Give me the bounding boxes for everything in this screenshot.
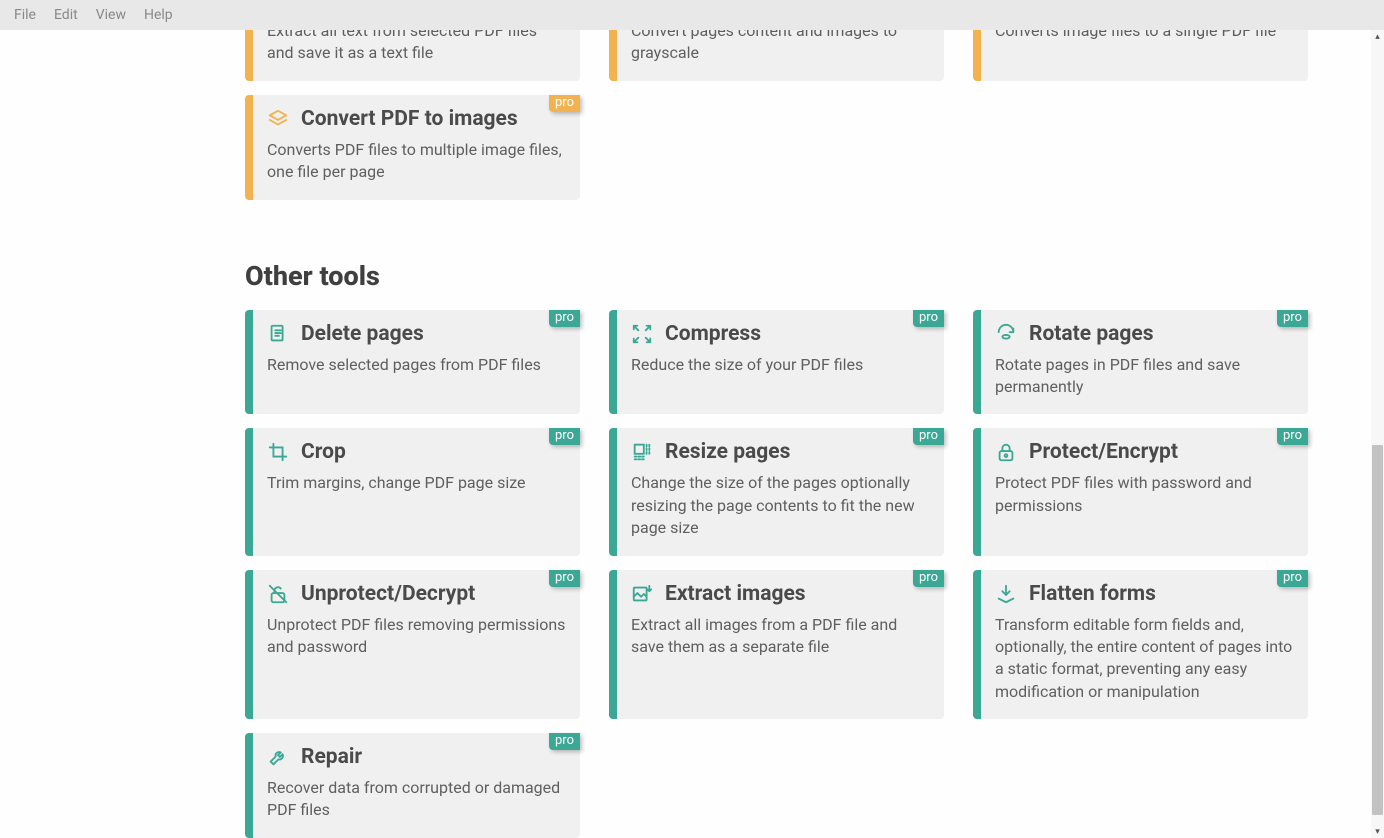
tool-card[interactable]: pro Extract images Extract all images from… (609, 570, 944, 720)
menubar: File Edit View Help (0, 0, 1384, 30)
tool-card[interactable]: pro Repair Recover data from corrupted or … (245, 733, 580, 838)
card-desc: Reduce the size of your PDF files (631, 354, 930, 376)
unlock-icon (267, 583, 289, 605)
scroll-down-arrow[interactable]: ▾ (1371, 825, 1384, 838)
tool-card-grayscale[interactable]: Convert pages content and images to gray… (609, 30, 944, 81)
wrench-icon (267, 746, 289, 768)
main-viewport: Extract all text from selected PDF files… (0, 30, 1384, 838)
pro-badge: pro (913, 570, 944, 587)
card-title: Flatten forms (1029, 582, 1156, 606)
card-title: Resize pages (665, 440, 790, 464)
pro-badge: pro (913, 428, 944, 445)
card-title: Delete pages (301, 322, 424, 346)
compress-icon (631, 323, 653, 345)
pro-badge: pro (549, 570, 580, 587)
card-title: Extract images (665, 582, 806, 606)
tool-card[interactable]: pro Compress Reduce the size of your PDF f… (609, 310, 944, 415)
pro-badge: pro (1277, 570, 1308, 587)
crop-icon (267, 441, 289, 463)
vertical-scrollbar[interactable]: ▴ ▾ (1371, 30, 1384, 838)
tool-card[interactable]: pro Rotate pages Rotate pages in PDF files… (973, 310, 1308, 415)
card-desc: Trim margins, change PDF page size (267, 472, 566, 494)
card-title: Repair (301, 745, 362, 769)
tool-card[interactable]: pro Protect/Encrypt Protect PDF files with… (973, 428, 1308, 555)
tool-card[interactable]: pro Delete pages Remove selected pages fro… (245, 310, 580, 415)
image-down-icon (631, 583, 653, 605)
pro-badge: pro (913, 310, 944, 327)
card-desc: Extract all images from a PDF file and s… (631, 614, 930, 659)
card-desc: Unprotect PDF files removing permissions… (267, 614, 566, 659)
scroll-up-arrow[interactable]: ▴ (1371, 30, 1384, 43)
menu-edit[interactable]: Edit (46, 4, 86, 26)
tool-card[interactable]: pro Flatten forms Transform editable form … (973, 570, 1308, 720)
pro-badge: pro (1277, 428, 1308, 445)
card-desc: Converts image files to a single PDF fil… (995, 30, 1294, 42)
card-desc: Transform editable form fields and, opti… (995, 614, 1294, 704)
card-title: Protect/Encrypt (1029, 440, 1178, 464)
tool-card-pdf-to-images[interactable]: pro Convert PDF to images Converts PDF f… (245, 95, 580, 200)
rotate-icon (995, 323, 1017, 345)
card-desc: Converts PDF files to multiple image fil… (267, 139, 566, 184)
resize-icon (631, 441, 653, 463)
tool-card-extract-text[interactable]: Extract all text from selected PDF files… (245, 30, 580, 81)
card-desc: Change the size of the pages optionally … (631, 472, 930, 539)
pro-badge: pro (549, 95, 580, 112)
pro-badge: pro (549, 733, 580, 750)
menu-file[interactable]: File (6, 4, 44, 26)
lock-icon (995, 441, 1017, 463)
card-title: Crop (301, 440, 346, 464)
card-title: Unprotect/Decrypt (301, 582, 475, 606)
scroll-thumb[interactable] (1372, 445, 1383, 815)
pro-badge: pro (549, 428, 580, 445)
card-desc: Recover data from corrupted or damaged P… (267, 777, 566, 822)
tool-card[interactable]: pro Unprotect/Decrypt Unprotect PDF files … (245, 570, 580, 720)
card-desc: Protect PDF files with password and perm… (995, 472, 1294, 517)
layers-icon (267, 108, 289, 130)
delete-page-icon (267, 323, 289, 345)
tool-card-images-to-pdf[interactable]: Converts image files to a single PDF fil… (973, 30, 1308, 81)
card-title: Compress (665, 322, 761, 346)
pro-badge: pro (1277, 310, 1308, 327)
card-desc: Extract all text from selected PDF files… (267, 30, 566, 65)
menu-help[interactable]: Help (136, 4, 181, 26)
card-title: Rotate pages (1029, 322, 1154, 346)
pro-badge: pro (549, 310, 580, 327)
tool-card[interactable]: pro Resize pages Change the size of the pa… (609, 428, 944, 555)
section-title-other-tools: Other tools (245, 260, 1315, 292)
menu-view[interactable]: View (88, 4, 134, 26)
card-desc: Remove selected pages from PDF files (267, 354, 566, 376)
card-desc: Convert pages content and images to gray… (631, 30, 930, 65)
flatten-icon (995, 583, 1017, 605)
card-desc: Rotate pages in PDF files and save perma… (995, 354, 1294, 399)
card-title: Convert PDF to images (301, 107, 518, 131)
tool-card[interactable]: pro Crop Trim margins, change PDF page siz… (245, 428, 580, 555)
